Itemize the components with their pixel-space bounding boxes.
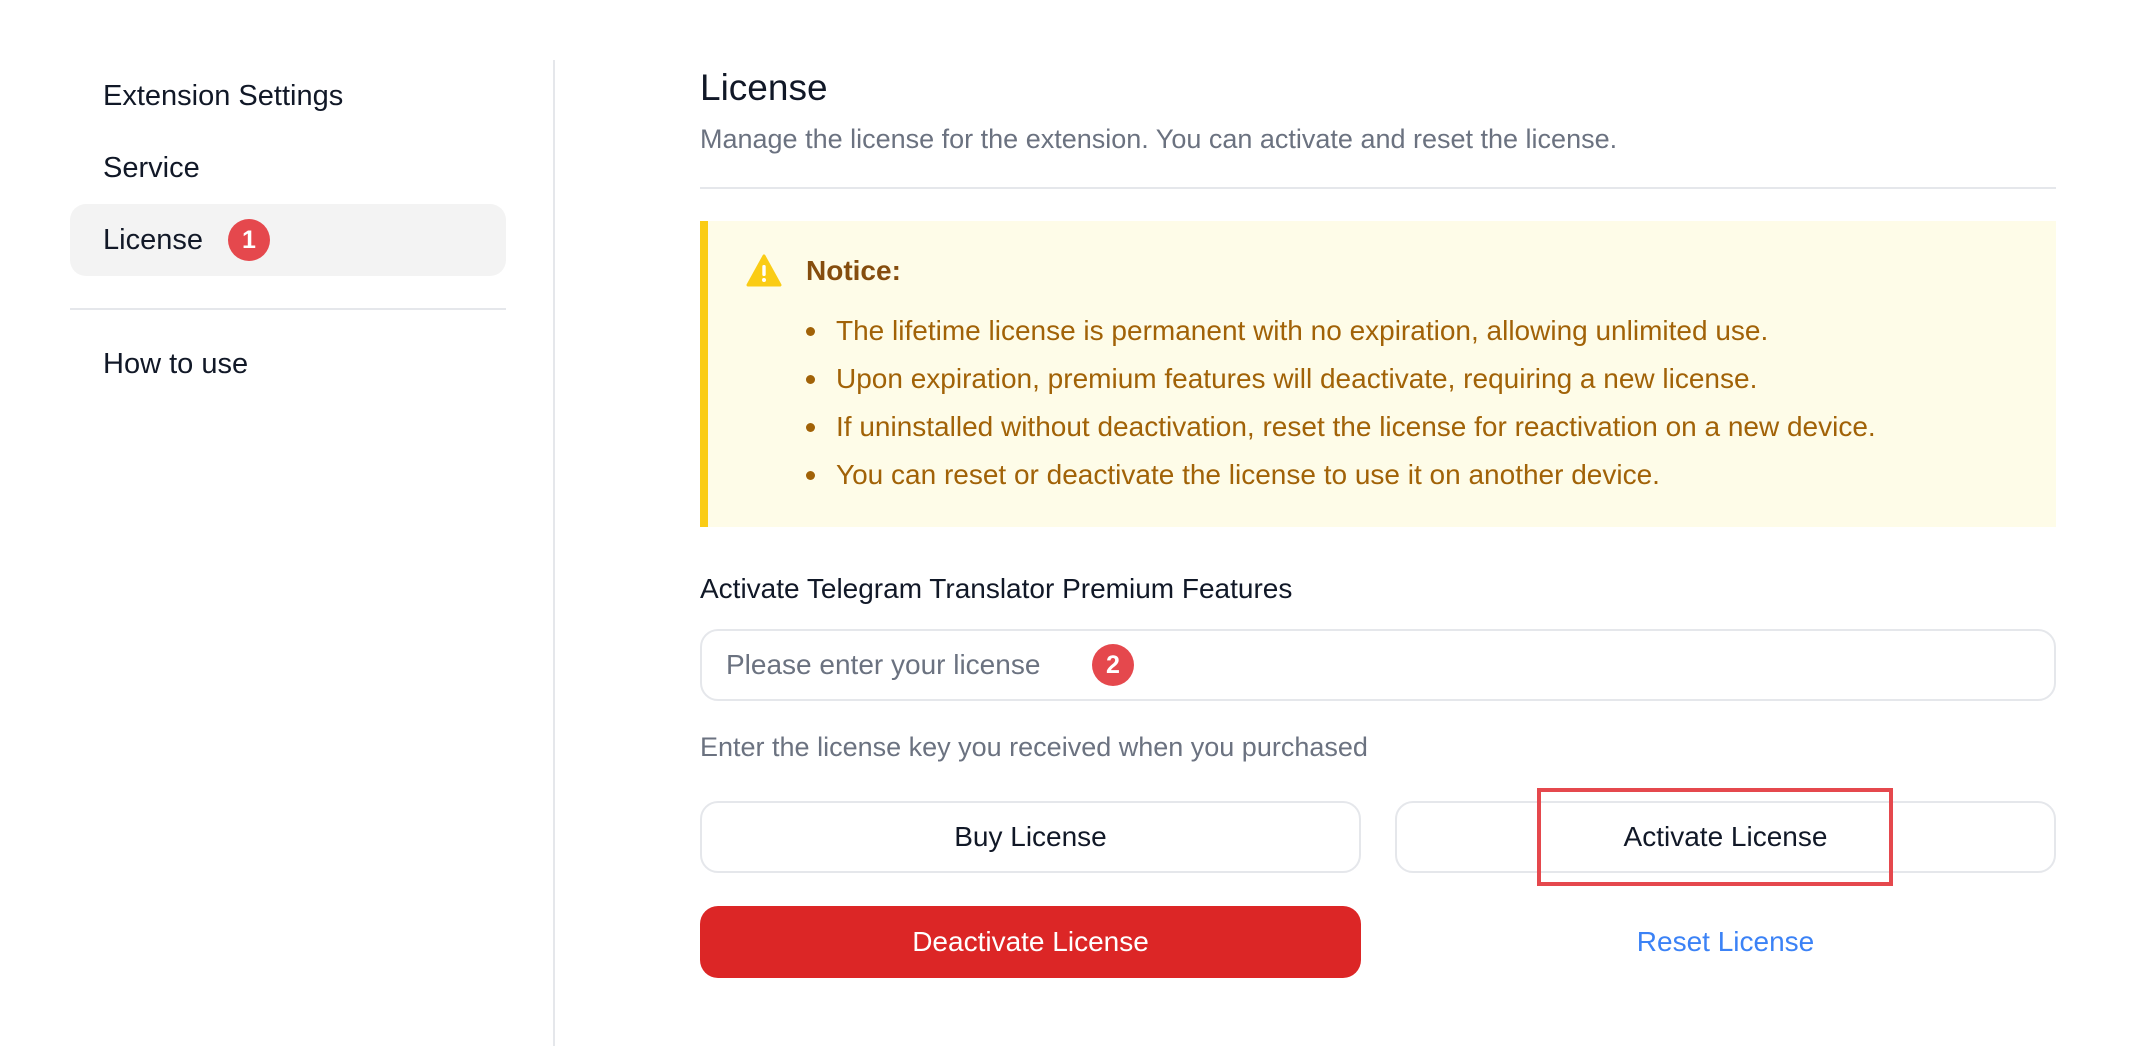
notice-box: Notice: The lifetime license is permanen… bbox=[700, 221, 2056, 527]
activation-section-label: Activate Telegram Translator Premium Fea… bbox=[700, 573, 1293, 604]
activate-license-button[interactable]: Activate License bbox=[1395, 801, 2056, 873]
sidebar-vertical-divider bbox=[553, 60, 555, 1046]
license-settings-page: Extension Settings Service License 1 How… bbox=[0, 0, 2134, 1046]
primary-button-row: Buy License Activate License bbox=[700, 788, 2056, 886]
sidebar-item-service[interactable]: Service bbox=[70, 132, 506, 204]
main-content: License Manage the license for the exten… bbox=[700, 60, 2056, 978]
notice-list-item: If uninstalled without deactivation, res… bbox=[806, 403, 2056, 451]
sidebar-item-how-to-use[interactable]: How to use bbox=[70, 328, 506, 400]
header-divider bbox=[700, 187, 2056, 189]
notice-list: The lifetime license is permanent with n… bbox=[746, 307, 2056, 499]
notice-title: Notice: bbox=[806, 255, 901, 286]
license-input-wrapper: 2 bbox=[700, 629, 2056, 701]
buy-license-button[interactable]: Buy License bbox=[700, 801, 1361, 873]
sidebar-divider bbox=[70, 308, 506, 310]
notice-header: Notice: bbox=[746, 251, 2056, 291]
sidebar-annotation-badge: 1 bbox=[227, 219, 270, 261]
sidebar-item-label: How to use bbox=[103, 347, 249, 380]
reset-license-link[interactable]: Reset License bbox=[1395, 906, 2056, 978]
sidebar-item-label: License bbox=[103, 223, 203, 256]
deactivate-license-button[interactable]: Deactivate License bbox=[700, 906, 1361, 978]
sidebar-item-label: Extension Settings bbox=[103, 79, 344, 112]
license-key-input[interactable] bbox=[700, 629, 2056, 701]
notice-list-item: You can reset or deactivate the license … bbox=[806, 451, 2056, 499]
sidebar-item-extension-settings[interactable]: Extension Settings bbox=[70, 60, 506, 132]
license-input-help-text: Enter the license key you received when … bbox=[700, 732, 1368, 762]
sidebar: Extension Settings Service License 1 How… bbox=[70, 60, 506, 400]
notice-list-item: Upon expiration, premium features will d… bbox=[806, 355, 2056, 403]
page-title: License bbox=[700, 67, 828, 108]
sidebar-item-label: Service bbox=[103, 151, 200, 184]
page-subtitle: Manage the license for the extension. Yo… bbox=[700, 124, 1618, 154]
activate-license-wrapper: Activate License bbox=[1395, 788, 2056, 886]
notice-list-item: The lifetime license is permanent with n… bbox=[806, 307, 2056, 355]
sidebar-item-license[interactable]: License 1 bbox=[70, 204, 506, 276]
secondary-button-row: Deactivate License Reset License bbox=[700, 906, 2056, 978]
warning-icon bbox=[746, 254, 782, 287]
